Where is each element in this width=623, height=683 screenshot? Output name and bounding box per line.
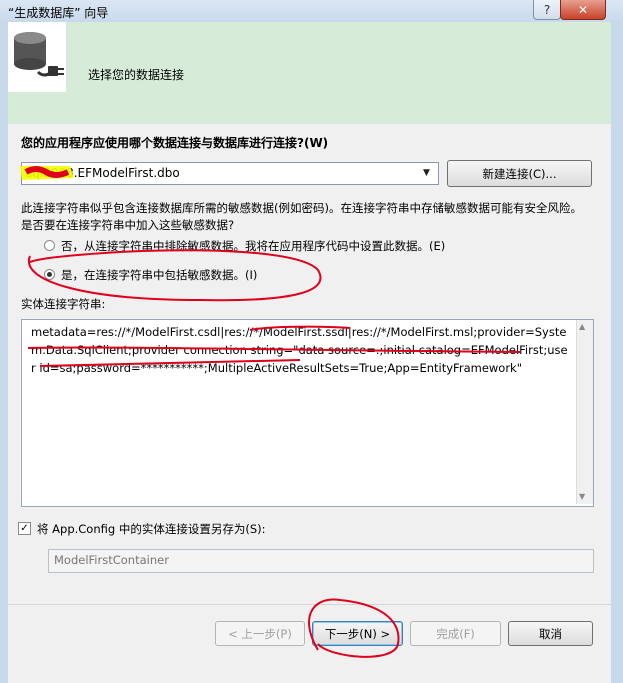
connection-question: 您的应用程序应使用哪个数据连接与数据库进行连接?(W)	[21, 136, 329, 150]
entity-connection-text: metadata=res://*/ModelFirst.csdl|res://*…	[31, 325, 568, 375]
radio-selected-dot	[47, 272, 52, 277]
page-title: 选择您的数据连接	[88, 68, 185, 82]
window-title: “生成数据库” 向导	[8, 6, 109, 20]
scroll-up-icon[interactable]: ▲	[579, 322, 585, 331]
sensitive-data-warning: 此连接字符串似乎包含连接数据库所需的敏感数据(例如密码)。在连接字符串中存储敏感…	[21, 201, 582, 232]
help-button[interactable]: ?	[533, 0, 561, 20]
close-button[interactable]: ✕	[560, 0, 606, 20]
window-frame-left	[0, 22, 8, 683]
connection-dropdown-value: sql2008.EFModelFirst.dbo	[26, 166, 180, 180]
next-button[interactable]: 下一步(N) >	[312, 621, 403, 646]
radio-exclude-label[interactable]: 否，从连接字符串中排除敏感数据。我将在应用程序代码中设置此数据。(E)	[61, 238, 445, 254]
cancel-button[interactable]: 取消	[508, 621, 593, 646]
radio-include-label[interactable]: 是，在连接字符串中包括敏感数据。(I)	[61, 267, 257, 283]
window-frame-right	[611, 22, 623, 683]
save-config-label[interactable]: 将 App.Config 中的实体连接设置另存为(S):	[37, 521, 265, 537]
save-config-checkbox[interactable]: ✓	[18, 522, 31, 535]
footer-separator	[8, 604, 611, 605]
scroll-down-icon[interactable]: ▼	[579, 492, 585, 501]
previous-button[interactable]: < 上一步(P)	[215, 621, 305, 646]
textarea-scrollbar[interactable]	[576, 320, 593, 504]
chevron-down-icon[interactable]: ▼	[423, 168, 430, 178]
database-plug-icon	[8, 22, 66, 92]
entity-connection-label: 实体连接字符串:	[21, 297, 106, 311]
radio-exclude-sensitive[interactable]	[44, 240, 55, 251]
finish-button[interactable]: 完成(F)	[410, 621, 501, 646]
new-connection-button[interactable]: 新建连接(C)...	[447, 160, 592, 187]
container-name-value: ModelFirstContainer	[54, 553, 169, 567]
